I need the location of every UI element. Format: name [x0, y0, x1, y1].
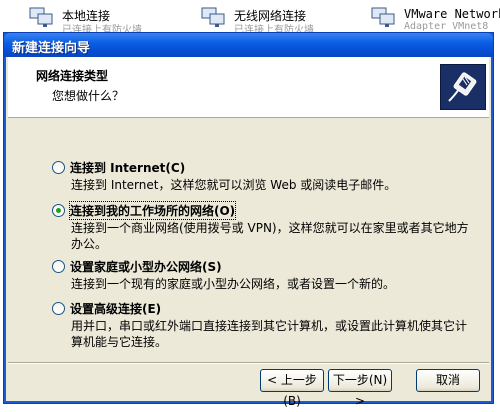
wizard-body: 连接到 Internet(C) 连接到 Internet，这样您就可以浏览 We…	[8, 118, 489, 361]
header-title: 网络连接类型	[36, 69, 109, 83]
option-advanced-label[interactable]: 设置高级连接(E)	[70, 300, 161, 317]
option-home-office-description: 连接到一个现有的家庭或小型办公网络，或者设置一个新的。	[71, 277, 396, 291]
option-internet-description: 连接到 Internet，这样您就可以浏览 Web 或阅读电子邮件。	[71, 178, 397, 192]
new-connection-wizard-dialog: 新建连接向导 网络连接类型 您想做什么？ 连接到 Internet(C) 连接到…	[3, 32, 494, 408]
option-advanced-description: 用并口，串口或红外端口直接连接到其它计算机，或设置此计算机使其它计算机能与它连接…	[71, 319, 468, 349]
network-cable-icon	[440, 64, 486, 110]
option-workplace-description: 连接到一个商业网络(使用拨号或 VPN)，这样您就可以在家里或者其它地方办公。	[71, 221, 469, 251]
radio-workplace[interactable]	[52, 204, 65, 217]
option-home-office-label[interactable]: 设置家庭或小型办公网络(S)	[70, 258, 222, 275]
network-connection-icon	[201, 7, 225, 27]
option-workplace-label[interactable]: 连接到我的工作场所的网络(O)	[68, 201, 237, 220]
radio-internet[interactable]	[52, 161, 65, 174]
title-bar[interactable]: 新建连接向导	[4, 33, 493, 57]
footer-divider	[8, 362, 489, 364]
network-connections-strip: 本地连接 已连接上有防火墙 无线网络连接 已连接上有防火墙 VMware Net…	[0, 0, 500, 36]
next-button[interactable]: 下一步(N) >	[328, 369, 392, 408]
dialog-title: 新建连接向导	[12, 41, 91, 56]
connection-status: Adapter VMnet8	[404, 21, 489, 32]
radio-home-office[interactable]	[52, 260, 65, 273]
header-subtitle: 您想做什么？	[52, 89, 125, 103]
back-button[interactable]: < 上一步(B)	[260, 369, 324, 408]
connection-label: VMware Network	[404, 7, 500, 21]
radio-advanced[interactable]	[52, 302, 65, 315]
network-connection-icon	[371, 7, 395, 27]
option-internet-label[interactable]: 连接到 Internet(C)	[70, 159, 185, 176]
network-connection-icon	[29, 7, 53, 27]
wizard-header: 网络连接类型 您想做什么？	[8, 57, 489, 118]
cancel-button[interactable]: 取消	[416, 369, 480, 392]
